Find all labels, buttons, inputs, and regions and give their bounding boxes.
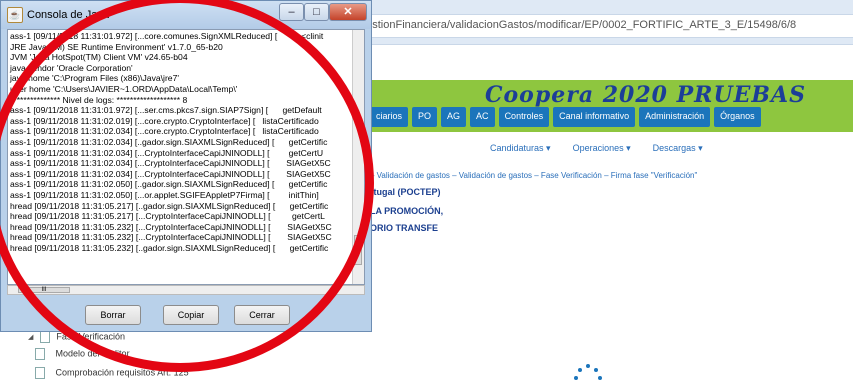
main-nav: ciarios PO AG AC Controles Canal informa… [370,107,761,127]
partner-link[interactable]: ORIO TRANSFE [370,223,438,233]
loading-spinner-icon [574,362,604,384]
address-bar: gestionFinanciera/validacionGastos/modif… [300,0,853,45]
tree-label-requisitos: Comprobación requisitos Art. 125 [55,367,189,378]
vertical-scrollbar[interactable] [352,30,364,284]
title-bar[interactable]: ☕ Consola de Java – □ ✕ [1,1,371,29]
checkbox-icon[interactable] [39,331,50,343]
log-lines: ass-1 [09/11/2018 11:31:01.972] [...core… [10,31,332,253]
log-line: hread [09/11/2018 11:31:05.232] [...Cryp… [10,221,332,232]
url-field[interactable]: gestionFinanciera/validacionGastos/modif… [300,14,853,38]
log-line: java.home 'C:\Program Files (x86)\Java\j… [10,73,180,84]
breadcrumb: – Validación de gastos – Validación de g… [370,171,698,180]
log-line: ass-1 [09/11/2018 11:31:02.034] [...core… [10,126,319,137]
log-text-area[interactable]: ass-1 [09/11/2018 11:31:01.972] [...core… [7,29,365,285]
log-line: hread [09/11/2018 11:31:05.232] [..gador… [10,242,329,253]
nav-administracion[interactable]: Administración [639,107,711,127]
java-console-window: ☕ Consola de Java – □ ✕ ass-1 [09/11/201… [0,0,372,332]
tree-label-modelo: Modelo del auditor [55,348,130,359]
log-line: ass-1 [09/11/2018 11:31:02.050] [..gador… [10,179,328,190]
log-line: *************** Nivel de logs: *********… [10,94,188,105]
menu-descargas[interactable]: Descargas ▾ [653,143,703,154]
nav-po[interactable]: PO [412,107,438,127]
submenu: Candidaturas ▾ Operaciones ▾ Descargas ▾ [490,143,703,154]
log-line: ass-1 [09/11/2018 11:31:02.034] [...Cryp… [10,168,331,179]
programme-link[interactable]: rtugal (POCTEP) [370,187,441,197]
log-line: ass-1 [09/11/2018 11:31:02.034] [...Cryp… [10,147,324,158]
maximize-button[interactable]: □ [304,3,329,21]
nav-controles[interactable]: Controles [498,107,550,127]
nav-ag[interactable]: AG [441,107,467,127]
log-line: hread [09/11/2018 11:31:05.232] [...Cryp… [10,232,332,243]
nav-ac[interactable]: AC [470,107,495,127]
horizontal-scroll-thumb[interactable]: III [18,287,70,293]
copy-button[interactable]: Copiar [163,305,219,325]
log-line: ass-1 [09/11/2018 11:31:02.034] [..gador… [10,136,328,147]
nav-organos[interactable]: Órganos [714,107,761,127]
java-cup-icon: ☕ [7,7,23,23]
minimize-button[interactable]: – [279,3,304,21]
site-title: Coopera 2020 PRUEBAS [485,82,806,108]
menu-candidaturas[interactable]: Candidaturas ▾ [490,143,551,154]
nav-beneficiarios[interactable]: ciarios [370,107,409,127]
tree-label-phase: Fase Verificación [56,331,125,342]
horizontal-scrollbar[interactable]: III [7,285,365,295]
window-title: Consola de Java [27,9,109,21]
vertical-scroll-thumb[interactable] [354,235,362,265]
log-line: hread [09/11/2018 11:31:05.217] [..gador… [10,200,329,211]
log-line: ass-1 [09/11/2018 11:31:01.972] [...ser.… [10,105,322,116]
log-line: ass-1 [09/11/2018 11:31:02.034] [...Cryp… [10,158,331,169]
url-text: gestionFinanciera/validacionGastos/modif… [360,19,797,31]
log-line: ass-1 [09/11/2018 11:31:01.972] [...core… [10,31,324,41]
tree-node-modelo-auditor[interactable]: Modelo del auditor [35,348,130,360]
project-link[interactable]: LA PROMOCIÓN, [370,206,443,216]
document-icon [35,367,45,379]
close-window-button[interactable]: ✕ [329,3,367,21]
log-line: ass-1 [09/11/2018 11:31:02.019] [...core… [10,115,319,126]
log-line: JRE Java(TM) SE Runtime Environment' v1.… [10,41,223,52]
log-line: java.vendor 'Oracle Corporation' [10,62,133,73]
nav-canal-informativo[interactable]: Canal informativo [553,107,636,127]
log-line: ass-1 [09/11/2018 11:31:02.050] [...or.a… [10,189,319,200]
clear-button[interactable]: Borrar [85,305,141,325]
log-line: JVM 'Java HotSpot(TM) Client VM' v24.65-… [10,52,188,63]
tree-node-requisitos[interactable]: Comprobación requisitos Art. 125 [35,367,189,379]
log-line: hread [09/11/2018 11:31:05.217] [...Cryp… [10,211,325,222]
log-line: user home 'C:\Users\JAVIER~1.ORD\AppData… [10,83,238,94]
expander-icon[interactable]: ◢ [28,334,33,341]
tree-node-phase[interactable]: ◢ Fase Verificación [28,331,125,343]
close-button[interactable]: Cerrar [234,305,290,325]
document-icon [35,348,45,360]
menu-operaciones[interactable]: Operaciones ▾ [573,143,631,154]
